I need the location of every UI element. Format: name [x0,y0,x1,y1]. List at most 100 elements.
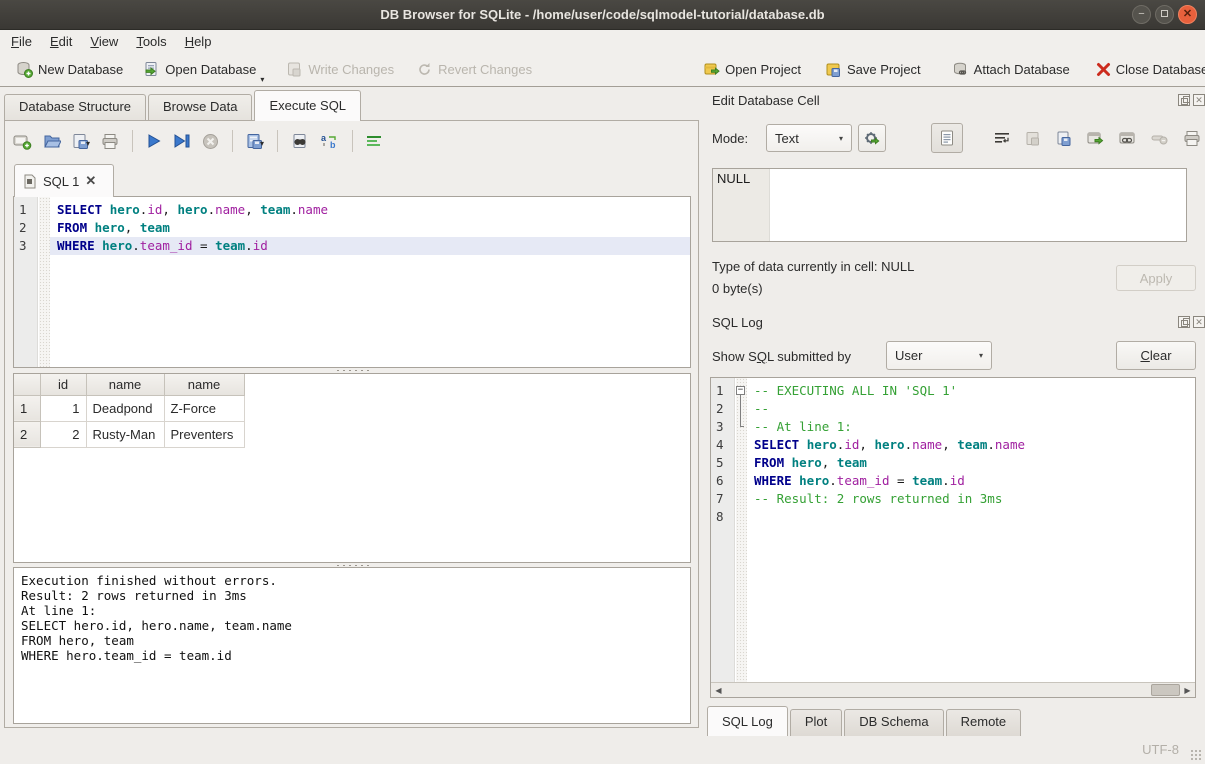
new-database-button[interactable]: New Database [8,57,131,82]
clear-log-button[interactable]: Clear [1116,341,1196,370]
menu-view[interactable]: View [81,32,127,51]
tab-browse-data[interactable]: Browse Data [148,94,252,121]
horizontal-scrollbar[interactable]: ◀ ▶ [711,682,1195,697]
column-header-id[interactable]: id [40,374,86,395]
find-replace-icon[interactable]: a b [320,133,339,150]
find-icon[interactable] [291,133,309,150]
scroll-left-arrow[interactable]: ◀ [711,686,726,695]
table-cell[interactable]: Z-Force [164,395,244,421]
save-results-button[interactable]: ▾ [246,133,264,150]
table-row[interactable]: 22Rusty-ManPreventers [14,421,244,447]
sql-log-filter-select[interactable]: User ▾ [886,341,992,370]
save-results-dropdown-arrow[interactable]: ▾ [260,139,264,150]
code-text: SELECT hero.id, hero.name, team.name [747,436,1195,454]
write-changes-icon [286,61,303,78]
sql-document-icon [23,174,37,189]
cell-edit-area[interactable] [770,169,1186,241]
dock-float-icon[interactable] [1178,94,1190,106]
mode-select[interactable]: Text ▾ [766,124,852,152]
close-icon: ✕ [1183,8,1192,20]
sql-editor[interactable]: 1SELECT hero.id, hero.name, team.name2FR… [13,196,691,368]
open-project-button[interactable]: Open Project [695,57,809,82]
resize-grip[interactable] [1190,749,1202,761]
print-cell-icon[interactable] [1183,130,1201,147]
code-text: FROM hero, team [747,454,1195,472]
table-cell[interactable]: 1 [40,395,86,421]
row-header[interactable]: 2 [14,421,40,447]
cell-type-info: Type of data currently in cell: NULL [712,259,914,274]
dock-float-icon[interactable] [1178,316,1190,328]
code-line: 3-- At line 1: [711,418,1195,436]
tab-execute-sql[interactable]: Execute SQL [254,90,361,121]
execute-sql-icon[interactable] [146,133,162,149]
minimize-button[interactable]: − [1132,5,1151,24]
mode-value: Text [767,131,831,146]
cell-value-editor[interactable]: NULL [712,168,1187,242]
auto-switch-mode-button[interactable] [858,124,886,152]
toolbar-separator [352,130,353,152]
menu-file[interactable]: File [2,32,41,51]
tab-plot[interactable]: Plot [790,709,842,736]
export-data-icon[interactable] [1056,131,1072,147]
svg-text:b: b [330,140,336,150]
table-cell[interactable]: Rusty-Man [86,421,164,447]
word-wrap-icon[interactable] [994,131,1010,146]
table-cell[interactable]: Deadpond [86,395,164,421]
row-header[interactable]: 1 [14,395,40,421]
table-row[interactable]: 11DeadpondZ-Force [14,395,244,421]
open-sql-file-icon[interactable] [43,133,61,150]
open-project-icon [703,61,720,78]
sql-file-tab[interactable]: SQL 1 ✕ [14,164,114,197]
tab-database-structure[interactable]: Database Structure [4,94,146,121]
maximize-button[interactable] [1155,5,1174,24]
dock-close-icon[interactable]: ✕ [1193,94,1205,106]
code-line: 4SELECT hero.id, hero.name, team.name [711,436,1195,454]
line-number: 2 [711,400,735,418]
text-mode-toggle[interactable] [931,123,963,153]
table-cell[interactable]: 2 [40,421,86,447]
titlebar[interactable]: DB Browser for SQLite - /home/user/code/… [0,0,1205,30]
format-sql-icon[interactable] [366,134,383,149]
auto-switch-gear-icon [864,130,881,147]
save-sql-file-button[interactable]: ▾ [72,133,90,150]
save-project-button[interactable]: Save Project [817,57,929,82]
execute-current-line-icon[interactable] [173,133,191,149]
line-number: 5 [711,454,735,472]
scrollbar-track[interactable] [726,683,1180,697]
sql-tab-close-icon[interactable]: ✕ [85,173,96,189]
scrollbar-thumb[interactable] [1151,684,1180,696]
link-cell-icon[interactable] [1119,131,1136,146]
menu-help[interactable]: Help [176,32,221,51]
toolbar-separator [132,130,133,152]
print-sql-icon[interactable] [101,133,119,150]
tab-remote[interactable]: Remote [946,709,1022,736]
open-database-button[interactable]: Open Database [135,57,264,82]
column-header-name2[interactable]: name [164,374,244,395]
close-database-button[interactable]: Close Database [1088,58,1205,81]
menu-edit[interactable]: Edit [41,32,81,51]
close-button[interactable]: ✕ [1178,5,1197,24]
tab-db-schema[interactable]: DB Schema [844,709,943,736]
open-in-app-icon[interactable] [1087,131,1104,146]
column-header-name[interactable]: name [86,374,164,395]
results-grid[interactable]: id name name 11DeadpondZ-Force22Rusty-Ma… [13,373,691,563]
tab-sql-log[interactable]: SQL Log [707,706,788,736]
execution-message-log[interactable]: Execution finished without errors. Resul… [13,567,691,724]
sql-log-filter-label: Show SQL submitted by [712,349,851,364]
apply-button[interactable]: Apply [1116,265,1196,291]
sql-tab-label: SQL 1 [43,174,79,189]
attach-database-button[interactable]: Attach Database [944,57,1078,82]
new-sql-tab-icon[interactable] [13,133,32,150]
code-line: 2-- [711,400,1195,418]
table-cell[interactable]: Preventers [164,421,244,447]
fold-collapse-icon[interactable]: − [736,386,745,395]
corner-header[interactable] [14,374,40,395]
code-line: 3WHERE hero.team_id = team.id [14,237,690,255]
scroll-right-arrow[interactable]: ▶ [1180,686,1195,695]
fold-cell[interactable]: − [735,382,747,400]
dock-close-icon[interactable]: ✕ [1193,316,1205,328]
sql-log-view[interactable]: 1−-- EXECUTING ALL IN 'SQL 1'2--3-- At l… [710,377,1196,698]
save-sql-dropdown-arrow[interactable]: ▾ [86,139,90,150]
menu-tools[interactable]: Tools [127,32,175,51]
open-database-dropdown-arrow[interactable]: ▾ [260,75,264,86]
